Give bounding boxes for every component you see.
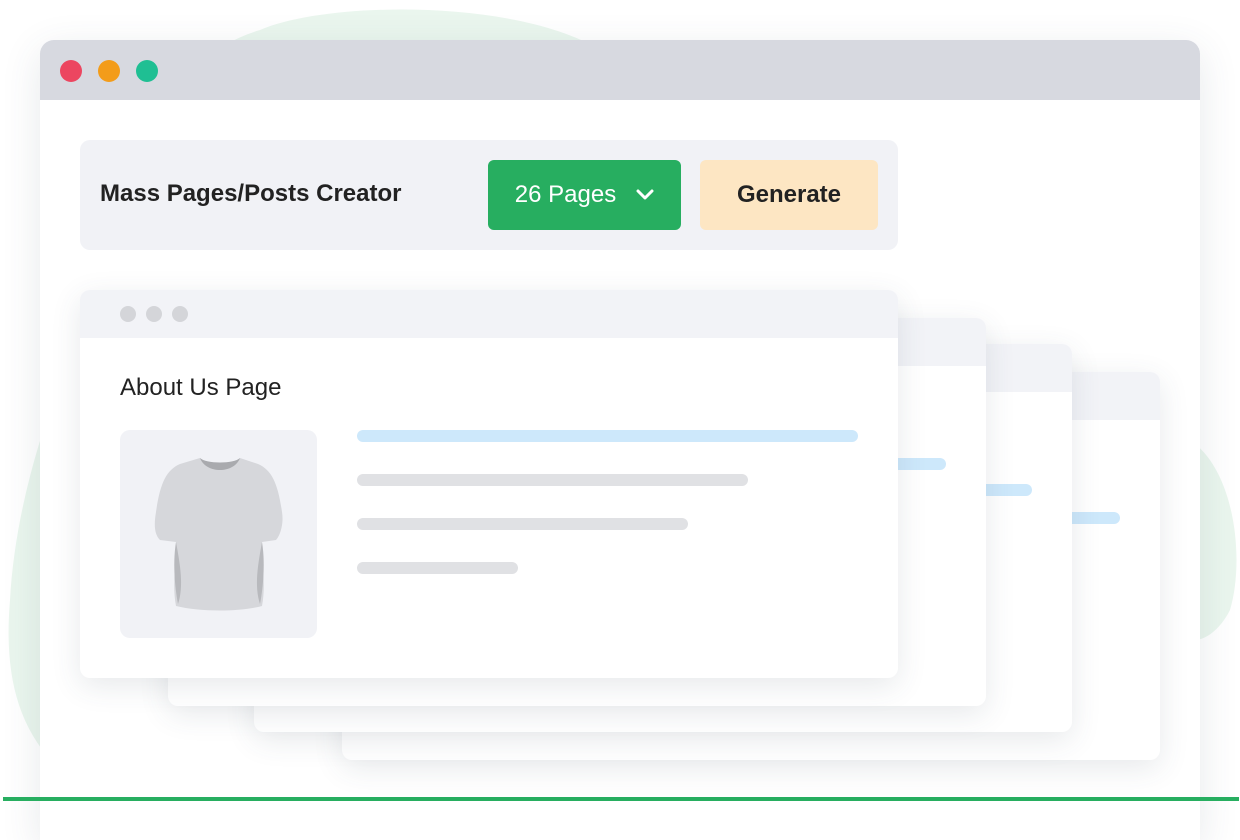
maximize-dot[interactable] (136, 60, 158, 82)
pages-count-select[interactable]: 26 Pages (488, 160, 681, 230)
card-header-bar (80, 290, 898, 338)
page-title: About Us Page (120, 374, 282, 401)
card-dot (172, 306, 188, 322)
card-dot (146, 306, 162, 322)
skeleton-line (357, 562, 518, 574)
card-dot (120, 306, 136, 322)
skeleton-line (357, 430, 858, 442)
t-shirt-icon (150, 454, 290, 619)
pages-count-value: 26 Pages (514, 181, 617, 208)
window-titlebar (40, 40, 1200, 100)
creator-toolbar: Mass Pages/Posts Creator 26 Pages Genera… (80, 140, 898, 250)
toolbar-title: Mass Pages/Posts Creator (100, 180, 402, 207)
minimize-dot[interactable] (98, 60, 120, 82)
page-preview-card: About Us Page (80, 290, 898, 678)
skeleton-line (357, 474, 748, 486)
skeleton-line (357, 518, 688, 530)
close-dot[interactable] (60, 60, 82, 82)
chevron-down-icon (636, 189, 654, 201)
browser-window: Mass Pages/Posts Creator 26 Pages Genera… (40, 40, 1200, 840)
bottom-divider (3, 797, 1239, 801)
product-thumbnail (120, 430, 317, 638)
generate-button[interactable]: Generate (700, 160, 878, 230)
